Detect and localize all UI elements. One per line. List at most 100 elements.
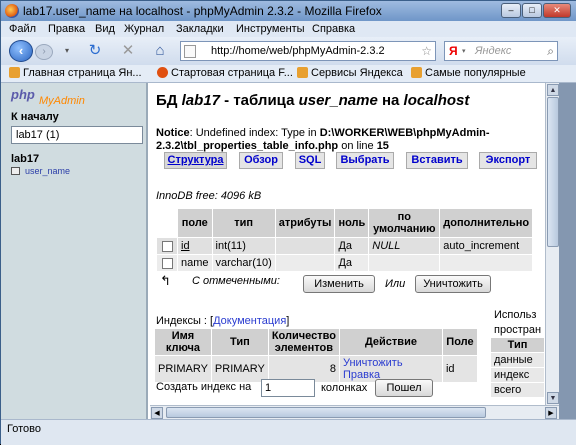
space-row-data: данные [491, 353, 545, 367]
go-button[interactable]: Пошел [375, 379, 433, 397]
documentation-link[interactable]: Документация [213, 315, 286, 327]
url-bar[interactable]: http://home/web/phpMyAdmin-2.3.2 ☆ [180, 41, 436, 61]
bookmark-item[interactable]: Самые популярные [411, 67, 526, 79]
menu-edit[interactable]: Правка [48, 23, 85, 35]
bookmark-item[interactable]: Главная страница Ян... [9, 67, 142, 79]
index-field: id [442, 356, 477, 382]
bookmark-icon [411, 67, 422, 78]
with-selected-row: ↰ С отмеченными: [160, 273, 280, 289]
bookmark-item[interactable]: Сервисы Яндекса [297, 67, 403, 79]
col-attributes: атрибуты [275, 209, 335, 237]
row-checkbox[interactable] [161, 257, 173, 269]
page-content: php MyAdmin К началу lab17 (1) lab17 use… [1, 83, 576, 419]
back-button[interactable]: ‹ [9, 40, 33, 62]
forward-button[interactable]: › [35, 44, 53, 60]
col-action: Действие [339, 329, 442, 355]
drop-button[interactable]: Уничтожить [415, 275, 491, 293]
field-null: Да [335, 255, 369, 271]
col-null: ноль [335, 209, 369, 237]
fields-header-row: поле тип атрибуты ноль по умолчанию допо… [157, 209, 533, 237]
yandex-logo-icon: Я [449, 44, 458, 58]
indexes-title: Индексы : [Документация] [156, 315, 290, 327]
menu-tools[interactable]: Инструменты [236, 23, 305, 35]
col-index-field: Поле [442, 329, 477, 355]
tab-sql[interactable]: SQL [295, 152, 325, 169]
indexes-header-row: Имя ключа Тип Количество элементов Дейст… [155, 329, 477, 355]
browser-window: lab17.user_name на localhost - phpMyAdmi… [0, 0, 576, 445]
create-index-label: Создать индекс на [156, 381, 252, 393]
stop-icon[interactable]: ✕ [119, 43, 137, 59]
search-box[interactable]: Я ▾ Яндекс ⌕ [444, 41, 558, 61]
scroll-down-icon[interactable]: ▼ [547, 392, 559, 404]
tab-structure[interactable]: Структура [164, 152, 227, 169]
scroll-left-icon[interactable]: ◀ [151, 407, 163, 419]
horizontal-scrollbar[interactable]: ◀ ▶ [150, 405, 559, 419]
main-frame: БД lab17 - таблица user_name на localhos… [150, 83, 545, 405]
space-row-index: индекс [491, 368, 545, 382]
database-name[interactable]: lab17 [11, 153, 39, 165]
col-default: по умолчанию [369, 209, 440, 237]
bookmarks-bar: Главная страница Ян... Стартовая страниц… [1, 65, 576, 83]
index-columns-input[interactable]: 1 [261, 379, 315, 397]
tab-insert[interactable]: Вставить [406, 152, 468, 169]
columns-label: колонках [321, 382, 368, 394]
row-checkbox[interactable] [161, 240, 173, 252]
menu-view[interactable]: Вид [95, 23, 115, 35]
field-name: name [178, 255, 212, 271]
scroll-right-icon[interactable]: ▶ [545, 407, 557, 419]
space-title: Использ [491, 308, 545, 322]
reload-icon[interactable]: ↻ [86, 43, 104, 59]
bookmark-star-icon[interactable]: ☆ [421, 44, 432, 58]
search-icon[interactable]: ⌕ [547, 44, 554, 59]
page-title: БД lab17 - таблица user_name на localhos… [156, 92, 470, 109]
status-bar: Готово [1, 419, 576, 445]
menu-help[interactable]: Справка [312, 23, 355, 35]
home-link[interactable]: К началу [11, 111, 59, 123]
menu-bookmarks[interactable]: Закладки [176, 23, 224, 35]
phpmyadmin-logo[interactable]: php MyAdmin [11, 87, 91, 107]
space-title-2: простран [491, 323, 545, 337]
scroll-thumb-horizontal[interactable] [166, 407, 486, 418]
home-icon[interactable]: ⌂ [151, 43, 169, 59]
firefox-icon [5, 4, 19, 18]
tab-browse[interactable]: Обзор [239, 152, 283, 169]
window-edge [559, 83, 576, 419]
menu-file[interactable]: Файл [9, 23, 36, 35]
status-text: Готово [7, 423, 41, 435]
field-null: Да [335, 238, 369, 254]
index-edit-link[interactable]: Правка [343, 369, 380, 381]
bookmark-icon [297, 67, 308, 78]
engine-dropdown-icon[interactable]: ▾ [462, 47, 466, 55]
title-bar: lab17.user_name на localhost - phpMyAdmi… [1, 1, 576, 21]
minimize-button[interactable]: – [501, 3, 521, 18]
space-usage-table: Использ простран Тип данные индекс всего [490, 307, 545, 398]
vertical-scrollbar[interactable]: ▲ ▼ [545, 83, 559, 405]
menu-history[interactable]: Журнал [124, 23, 164, 35]
page-icon [184, 45, 196, 58]
field-type: varchar(10) [212, 255, 275, 271]
innodb-free: InnoDB free: 4096 kB [156, 190, 262, 202]
fields-table: поле тип атрибуты ноль по умолчанию допо… [156, 208, 533, 272]
change-button[interactable]: Изменить [303, 275, 375, 293]
tab-export[interactable]: Экспорт [479, 152, 537, 169]
table-link[interactable]: user_name [11, 166, 70, 176]
field-attributes [275, 255, 335, 271]
php-notice: Notice: Undefined index: Type in D:\WORK… [156, 127, 490, 152]
maximize-button[interactable]: □ [522, 3, 542, 18]
scroll-up-icon[interactable]: ▲ [547, 84, 559, 96]
navigation-toolbar: ‹ › ▾ ↻ ✕ ⌂ http://home/web/phpMyAdmin-2… [1, 37, 576, 65]
space-row-total: всего [491, 383, 545, 397]
tab-select[interactable]: Выбрать [336, 152, 394, 169]
close-button[interactable]: ✕ [543, 3, 571, 18]
history-dropdown-icon[interactable]: ▾ [58, 43, 76, 59]
bookmark-item[interactable]: Стартовая страница F... [157, 67, 293, 79]
scroll-thumb[interactable] [547, 97, 559, 247]
table-row: id int(11) Да NULL auto_increment [157, 238, 533, 254]
window-title: lab17.user_name на localhost - phpMyAdmi… [23, 4, 382, 18]
search-placeholder: Яндекс [475, 45, 512, 57]
index-drop-link[interactable]: Уничтожить [343, 357, 403, 369]
field-extra [440, 255, 533, 271]
col-space-type: Тип [491, 338, 545, 352]
database-select[interactable]: lab17 (1) [11, 126, 143, 144]
field-name[interactable]: id [181, 240, 190, 252]
